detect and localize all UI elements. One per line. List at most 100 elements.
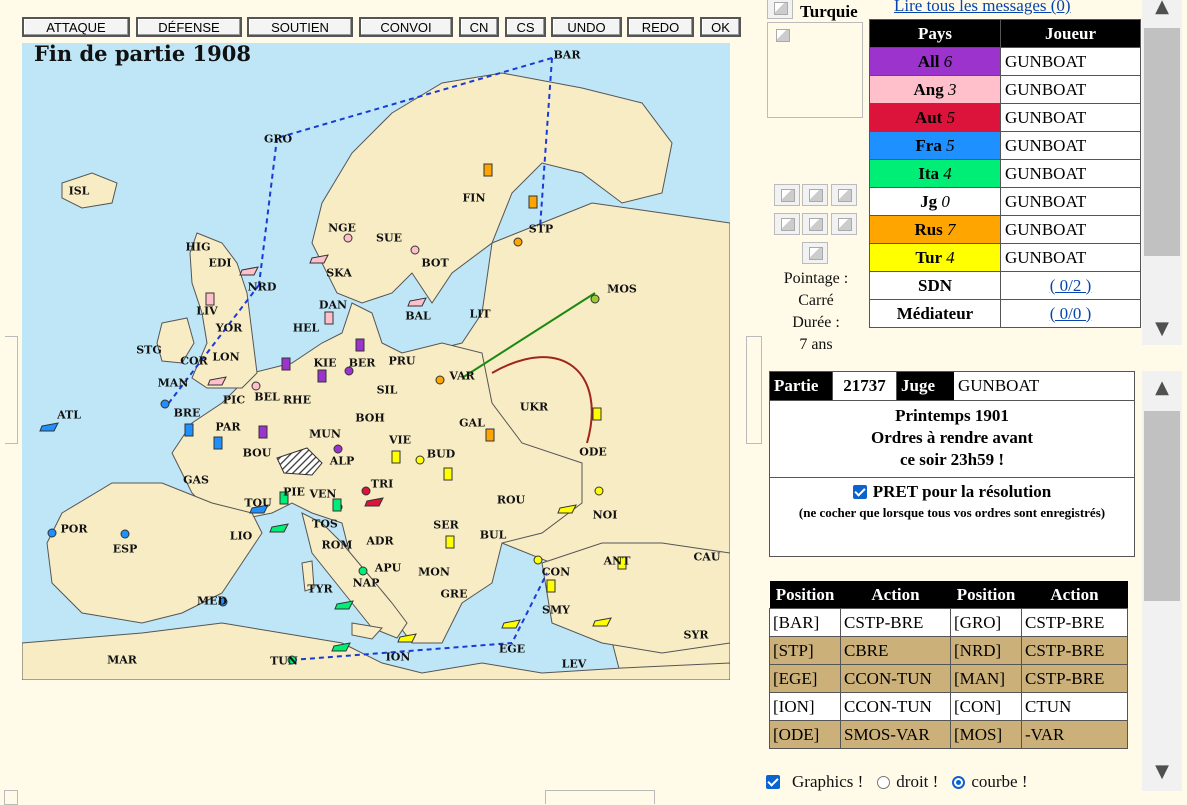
undo-button[interactable]: UNDO (551, 17, 622, 37)
order-position[interactable]: [STP] (769, 636, 841, 665)
order-action[interactable]: SMOS-VAR (840, 720, 951, 749)
province-label-liv[interactable]: LIV (196, 305, 217, 318)
order-action[interactable]: CBRE (840, 636, 951, 665)
province-label-lev[interactable]: LEV (562, 658, 587, 671)
province-label-atl[interactable]: ATL (57, 409, 81, 422)
province-label-tri[interactable]: TRI (371, 478, 393, 491)
province-label-con[interactable]: CON (542, 566, 570, 579)
frame-handle[interactable] (5, 336, 18, 444)
province-label-vie[interactable]: VIE (389, 434, 411, 447)
province-label-tun[interactable]: TUN (270, 655, 298, 668)
graphics-checkbox[interactable] (766, 775, 780, 789)
province-label-sil[interactable]: SIL (377, 384, 398, 397)
province-label-gre[interactable]: GRE (441, 588, 468, 601)
option-icon[interactable] (802, 213, 828, 235)
province-label-nge[interactable]: NGE (328, 222, 356, 235)
province-label-ukr[interactable]: UKR (520, 401, 548, 414)
option-icon[interactable] (774, 184, 800, 206)
province-label-mon[interactable]: MON (418, 566, 450, 579)
province-label-hig[interactable]: HIG (186, 241, 211, 254)
province-label-pru[interactable]: PRU (388, 355, 415, 368)
province-label-ege[interactable]: EGE (499, 643, 525, 656)
province-label-fin[interactable]: FIN (462, 192, 485, 205)
right-scrollbar[interactable]: ▲ ▼ (1142, 371, 1182, 791)
order-position[interactable]: [GRO] (950, 608, 1022, 637)
redo-button[interactable]: REDO (627, 17, 694, 37)
mediateur-link[interactable]: ( 0/0 ) (1050, 304, 1092, 323)
game-map[interactable]: Fin de partie 1908 BAR GRO ISL FIN STP NGE SUE… (22, 43, 730, 680)
ok-button[interactable]: OK (700, 17, 741, 37)
province-label-syr[interactable]: SYR (684, 629, 709, 642)
order-action[interactable]: CSTP-BRE (840, 608, 951, 637)
order-action[interactable]: -VAR (1021, 720, 1128, 749)
order-position[interactable]: [EGE] (769, 664, 841, 693)
province-label-ant[interactable]: ANT (604, 555, 631, 568)
courbe-radio[interactable] (952, 775, 966, 789)
province-label-boh[interactable]: BOH (355, 412, 384, 425)
province-label-bal[interactable]: BAL (405, 310, 431, 323)
soutien-button[interactable]: SOUTIEN (247, 17, 353, 37)
province-label-bel[interactable]: BEL (254, 391, 279, 404)
order-position[interactable]: [MAN] (950, 664, 1022, 693)
order-position[interactable]: [MOS] (950, 720, 1022, 749)
province-label-lit[interactable]: LIT (469, 308, 490, 321)
province-label-med[interactable]: MED (197, 595, 227, 608)
province-label-gro[interactable]: GRO (264, 133, 292, 146)
province-label-tos[interactable]: TOS (312, 518, 338, 531)
order-action[interactable]: CCON-TUN (840, 692, 951, 721)
option-icon[interactable] (802, 184, 828, 206)
players-scrollbar[interactable]: ▲ ▼ (1142, 0, 1182, 345)
province-label-hel[interactable]: HEL (293, 322, 320, 335)
province-label-pic[interactable]: PIC (223, 394, 245, 407)
province-label-ion[interactable]: ION (386, 651, 411, 664)
order-position[interactable]: [NRD] (950, 636, 1022, 665)
convoi-button[interactable]: CONVOI (359, 17, 453, 37)
province-label-rou[interactable]: ROU (497, 494, 525, 507)
order-action[interactable]: CSTP-BRE (1021, 664, 1128, 693)
frame-handle[interactable] (545, 790, 655, 804)
sdn-link[interactable]: ( 0/2 ) (1050, 276, 1092, 295)
province-label-esp[interactable]: ESP (113, 543, 138, 556)
scroll-thumb[interactable] (1144, 411, 1180, 601)
province-label-mun[interactable]: MUN (309, 428, 341, 441)
order-position[interactable]: [BAR] (769, 608, 841, 637)
province-label-lio[interactable]: LIO (230, 530, 252, 543)
cs-button[interactable]: CS (505, 17, 546, 37)
defense-button[interactable]: DÉFENSE (136, 17, 242, 37)
province-label-tyr[interactable]: TYR (307, 583, 332, 596)
province-label-kie[interactable]: KIE (313, 357, 336, 370)
attaque-button[interactable]: ATTAQUE (22, 17, 130, 37)
province-label-cau[interactable]: CAU (694, 551, 721, 564)
province-label-pie[interactable]: PIE (283, 486, 305, 499)
order-action[interactable]: CTUN (1021, 692, 1128, 721)
province-label-bul[interactable]: BUL (480, 529, 507, 542)
province-label-dan[interactable]: DAN (319, 299, 347, 312)
province-label-lon[interactable]: LON (212, 351, 239, 364)
province-label-ode[interactable]: ODE (579, 446, 607, 459)
province-label-mos[interactable]: MOS (607, 283, 637, 296)
scroll-thumb[interactable] (1144, 28, 1180, 256)
scroll-up-icon[interactable]: ▲ (1142, 0, 1182, 17)
province-label-yor[interactable]: YOR (216, 322, 243, 335)
province-label-mar[interactable]: MAR (107, 654, 137, 667)
frame-handle[interactable] (746, 336, 762, 444)
province-label-stg[interactable]: STG (136, 344, 162, 357)
province-label-ser[interactable]: SER (433, 519, 458, 532)
scroll-down-icon[interactable]: ▼ (1142, 318, 1182, 339)
province-label-alp[interactable]: ALP (330, 455, 355, 468)
province-label-bre[interactable]: BRE (174, 407, 201, 420)
scroll-up-icon[interactable]: ▲ (1142, 377, 1182, 398)
province-label-sue[interactable]: SUE (376, 232, 402, 245)
province-label-nrd[interactable]: NRD (248, 281, 277, 294)
province-label-adr[interactable]: ADR (366, 535, 393, 548)
province-label-gal[interactable]: GAL (459, 417, 485, 430)
province-label-gas[interactable]: GAS (183, 474, 209, 487)
province-label-cor[interactable]: COR (180, 355, 207, 368)
province-label-stp[interactable]: STP (529, 223, 553, 236)
province-label-por[interactable]: POR (61, 523, 88, 536)
province-label-tou[interactable]: TOU (244, 497, 271, 510)
option-icon[interactable] (831, 184, 857, 206)
province-label-noi[interactable]: NOI (593, 509, 618, 522)
order-action[interactable]: CCON-TUN (840, 664, 951, 693)
order-position[interactable]: [ODE] (769, 720, 841, 749)
